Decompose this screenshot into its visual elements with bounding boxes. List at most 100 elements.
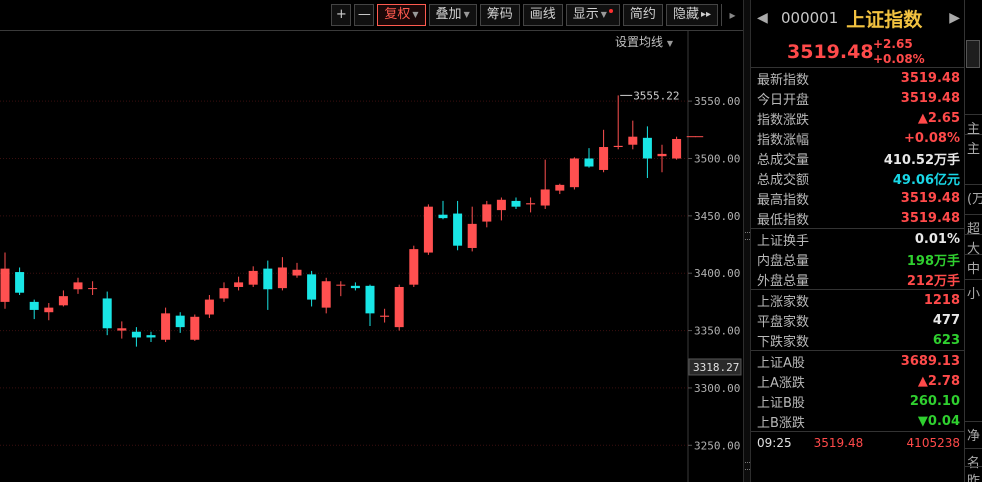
quote-row-label: 上A涨跌 bbox=[757, 375, 805, 391]
clipped-divider bbox=[965, 466, 982, 467]
quote-row-value: 3519.48 bbox=[900, 190, 960, 206]
quote-row: 内盘总量 198万手 bbox=[751, 249, 964, 269]
tick-row: 09:25 3519.48 4105238 bbox=[751, 431, 964, 453]
quote-row-value: 477 bbox=[932, 312, 960, 328]
y-tick-label: 3350.00 bbox=[694, 325, 740, 338]
quote-row-value: 212万手 bbox=[906, 273, 960, 289]
quote-row: 今日开盘 3519.48 bbox=[751, 88, 964, 108]
overlay-label: 叠加 bbox=[435, 7, 462, 22]
tick-time: 09:25 bbox=[757, 435, 792, 450]
hide-button[interactable]: 隐藏 ▸▸ bbox=[665, 4, 718, 26]
quote-row-label: 下跌家数 bbox=[757, 334, 810, 350]
quote-row-value: ▲2.78 bbox=[917, 373, 960, 389]
candle-body-down bbox=[350, 285, 360, 289]
candle-body-up bbox=[321, 281, 331, 308]
candle-body-up bbox=[613, 145, 623, 148]
candlestick-plot[interactable]: 3550.00 3500.00 3450.00 3400.00 3350.00 3300.… bbox=[0, 30, 743, 482]
quote-row: 上B涨跌 ▼0.04 bbox=[751, 411, 964, 431]
candle-body-up bbox=[219, 288, 229, 299]
next-security-icon[interactable]: ▶ bbox=[949, 10, 960, 26]
panel-splitter[interactable] bbox=[743, 0, 751, 482]
candle-body-down bbox=[438, 214, 448, 219]
chart-toolbar: + — 复权 ▼ 叠加 ▼ 筹码 画线 显示 ▼ 简约 隐藏 ▸▸ ▸ bbox=[0, 0, 743, 30]
quote-row-label: 上证B股 bbox=[757, 395, 805, 411]
candle-body-up bbox=[88, 288, 98, 290]
candle-body-up bbox=[628, 136, 638, 145]
chevron-down-icon: ▼ bbox=[600, 10, 607, 19]
overlay-dropdown[interactable]: 叠加 ▼ bbox=[428, 4, 477, 26]
quote-row: 总成交额 49.06亿元 bbox=[751, 168, 964, 188]
quote-row-label: 指数涨幅 bbox=[757, 132, 810, 148]
quote-row: 指数涨跌 ▲2.65 bbox=[751, 108, 964, 128]
side-panel-toggle-button[interactable] bbox=[966, 40, 980, 68]
splitter-grip-icon[interactable] bbox=[745, 232, 750, 240]
zoom-out-label: — bbox=[357, 7, 371, 22]
change-percent: +0.08% bbox=[873, 51, 925, 66]
quote-row-label: 最低指数 bbox=[757, 212, 810, 228]
zoom-in-button[interactable]: + bbox=[331, 4, 352, 26]
adjust-price-dropdown[interactable]: 复权 ▼ bbox=[377, 4, 426, 26]
quote-row: 上证换手 0.01% bbox=[751, 229, 964, 249]
quote-row: 上证A股 3689.13 bbox=[751, 351, 964, 371]
price-summary: 3519.48 +2.65 +0.08% bbox=[751, 36, 964, 68]
quote-row-label: 今日开盘 bbox=[757, 92, 810, 108]
candle-body-up bbox=[409, 249, 419, 285]
quote-row: 指数涨幅 +0.08% bbox=[751, 128, 964, 148]
kline-chart-pane[interactable]: + — 复权 ▼ 叠加 ▼ 筹码 画线 显示 ▼ 简约 隐藏 ▸▸ ▸ 设置均线 ▼ 3… bbox=[0, 0, 743, 482]
clipped-divider bbox=[965, 184, 982, 185]
quote-row-value: ▼0.04 bbox=[917, 413, 960, 429]
clipped-side-panel: 主主(万超大中小净名昨 bbox=[964, 0, 982, 482]
candle-body-up bbox=[336, 284, 346, 286]
candle-body-up bbox=[277, 267, 287, 289]
clipped-divider bbox=[965, 214, 982, 215]
candle-body-down bbox=[307, 274, 317, 300]
candle-body-down bbox=[642, 137, 652, 159]
quote-row: 平盘家数 477 bbox=[751, 310, 964, 330]
candle-body-up bbox=[555, 184, 565, 191]
clipped-divider bbox=[965, 114, 982, 115]
quote-row-label: 平盘家数 bbox=[757, 314, 810, 330]
panel-toggle-icon[interactable]: ▸ bbox=[721, 4, 743, 26]
chip-distribution-button[interactable]: 筹码 bbox=[479, 4, 520, 26]
adjust-price-label: 复权 bbox=[384, 7, 411, 22]
display-dropdown[interactable]: 显示 ▼ bbox=[565, 4, 620, 26]
y-tick-label: 3450.00 bbox=[694, 210, 740, 223]
quote-row-value: 1218 bbox=[923, 292, 960, 308]
y-tick-label: 3400.00 bbox=[694, 267, 740, 280]
quote-row-value: 623 bbox=[932, 332, 960, 348]
tick-volume: 4105238 bbox=[906, 435, 960, 450]
candle-body-up bbox=[58, 296, 68, 306]
candle-body-up bbox=[394, 286, 404, 328]
last-price: 3519.48 bbox=[787, 40, 874, 63]
quote-row-value: +0.08% bbox=[904, 130, 960, 146]
security-code: 000001 bbox=[781, 9, 839, 27]
candle-body-up bbox=[190, 316, 200, 340]
quote-row-value: 3519.48 bbox=[900, 210, 960, 226]
quote-row-value: 410.52万手 bbox=[883, 152, 960, 168]
quote-row-label: 上证换手 bbox=[757, 233, 810, 249]
previous-security-icon[interactable]: ◀ bbox=[757, 10, 775, 26]
quote-row-value: 0.01% bbox=[914, 231, 960, 247]
quote-row: 上A涨跌 ▲2.78 bbox=[751, 371, 964, 391]
candle-body-up bbox=[380, 315, 390, 317]
quote-group-breadth: 上涨家数 1218 平盘家数 477 下跌家数 623 bbox=[751, 290, 964, 351]
candle-body-down bbox=[15, 272, 25, 293]
simple-mode-button[interactable]: 简约 bbox=[622, 4, 663, 26]
candle-body-up bbox=[234, 282, 244, 287]
splitter-grip-icon[interactable] bbox=[745, 462, 750, 470]
draw-line-button[interactable]: 画线 bbox=[522, 4, 563, 26]
candle-body-up bbox=[467, 223, 477, 248]
quote-row-value: 3519.48 bbox=[900, 90, 960, 106]
quote-row: 外盘总量 212万手 bbox=[751, 269, 964, 289]
zoom-out-button[interactable]: — bbox=[354, 4, 375, 26]
clipped-divider bbox=[965, 254, 982, 255]
quote-header: ◀ 000001 上证指数 ▶ bbox=[751, 0, 964, 36]
clipped-label: 小 bbox=[967, 287, 981, 302]
clipped-label: (万 bbox=[967, 192, 982, 207]
quote-row: 上证B股 260.10 bbox=[751, 391, 964, 411]
quote-row-label: 最新指数 bbox=[757, 72, 810, 88]
candle-body-up bbox=[599, 147, 609, 170]
quote-row-label: 上证A股 bbox=[757, 355, 805, 371]
simple-mode-label: 简约 bbox=[629, 7, 656, 22]
display-label: 显示 bbox=[572, 7, 599, 22]
